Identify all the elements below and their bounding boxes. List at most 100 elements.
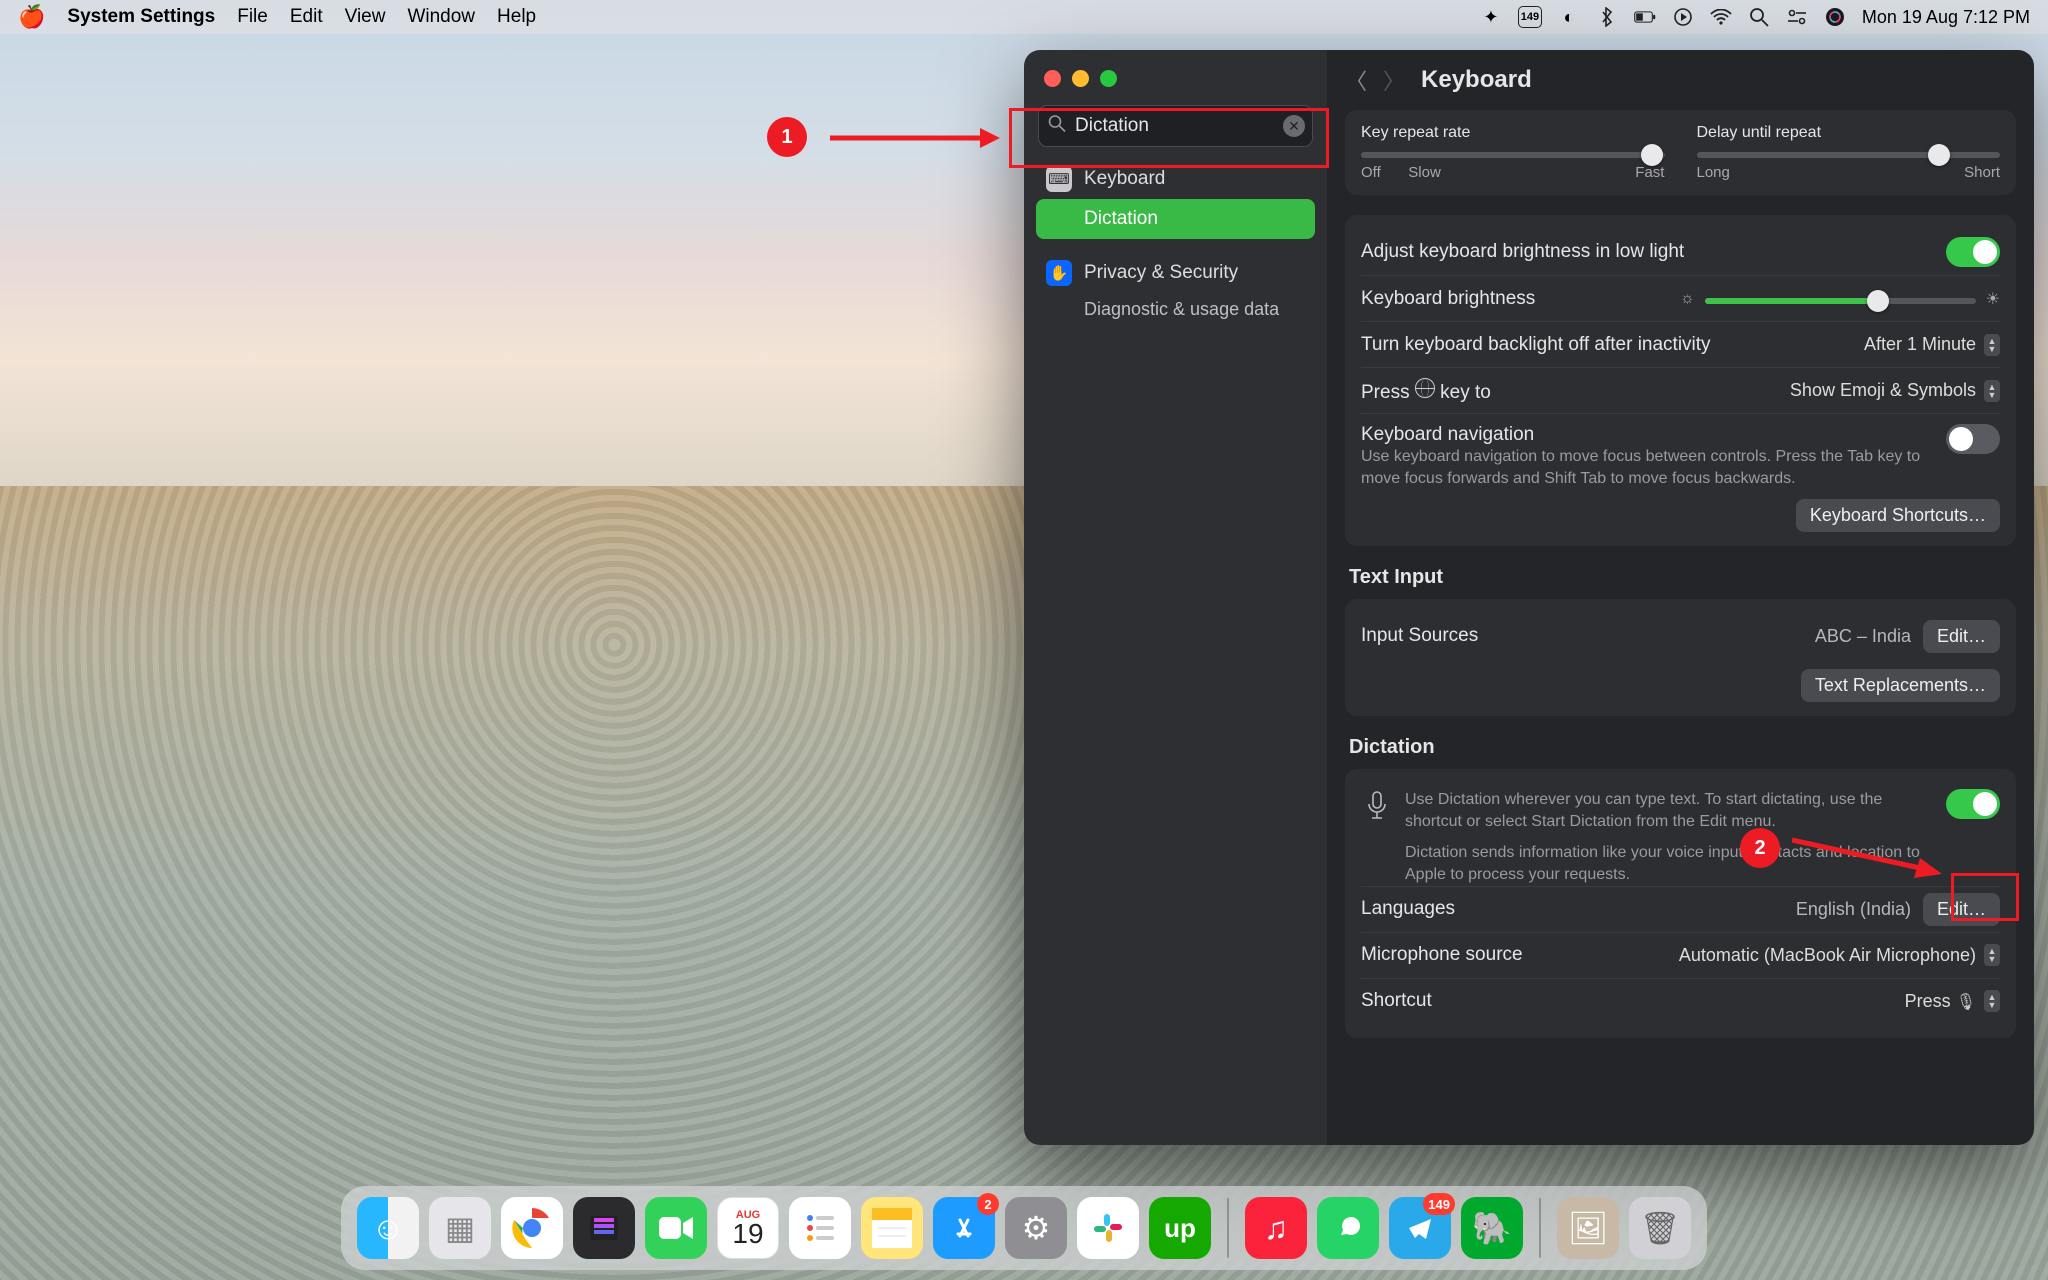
dock-recent-image-icon[interactable]: 🖼 <box>1557 1197 1619 1259</box>
app-name[interactable]: System Settings <box>67 6 215 28</box>
dock-trash-icon[interactable]: 🗑 <box>1629 1197 1691 1259</box>
menu-help[interactable]: Help <box>497 6 536 28</box>
content-titlebar: 〈 〉 Keyboard <box>1327 50 2034 110</box>
input-sources-label: Input Sources <box>1361 625 1478 647</box>
minimize-button[interactable] <box>1072 70 1089 87</box>
dock-calendar-icon[interactable]: AUG 19 <box>717 1197 779 1259</box>
clear-search-icon[interactable]: ✕ <box>1283 115 1305 137</box>
dock-evernote-icon[interactable]: 🐘 <box>1461 1197 1523 1259</box>
window-controls <box>1036 64 1315 105</box>
creative-cloud-icon[interactable]: ◐ <box>1558 6 1580 28</box>
dictation-shortcut-select[interactable]: Press 🎙 ▲▼ <box>1905 990 2000 1012</box>
settings-content: 〈 〉 Keyboard Key repeat rate Off Slow <box>1327 50 2034 1145</box>
dictation-desc1: Use Dictation wherever you can type text… <box>1405 789 1934 832</box>
fullscreen-button[interactable] <box>1100 70 1117 87</box>
menu-view[interactable]: View <box>345 6 386 28</box>
text-input-heading: Text Input <box>1349 566 2012 589</box>
dock-chrome-icon[interactable] <box>501 1197 563 1259</box>
hand-icon: ✋ <box>1046 260 1072 286</box>
keyboard-icon: ⌨︎ <box>1046 166 1072 192</box>
wifi-icon[interactable] <box>1710 6 1732 28</box>
sidebar-item-dictation[interactable]: Dictation <box>1036 199 1315 239</box>
backlight-off-select[interactable]: After 1 Minute ▲▼ <box>1864 334 2000 356</box>
keyboard-options-panel: Adjust keyboard brightness in low light … <box>1345 215 2016 546</box>
adjust-brightness-label: Adjust keyboard brightness in low light <box>1361 241 1684 263</box>
close-button[interactable] <box>1044 70 1061 87</box>
nav-forward-icon: 〉 <box>1383 64 1405 96</box>
dictation-shortcut-label: Shortcut <box>1361 990 1432 1012</box>
delay-repeat-slider[interactable] <box>1697 152 2001 158</box>
sidebar-item-label: Keyboard <box>1084 168 1165 190</box>
dictation-panel: Use Dictation wherever you can type text… <box>1345 769 2016 1037</box>
annotation-callout-1: 1 <box>767 117 807 157</box>
slider-tick-long: Long <box>1697 164 1730 181</box>
spotlight-icon[interactable] <box>1748 6 1770 28</box>
slider-tick-fast: Fast <box>1635 164 1664 181</box>
dock-slack-icon[interactable] <box>1077 1197 1139 1259</box>
control-center-icon[interactable] <box>1786 6 1808 28</box>
siri-icon[interactable] <box>1824 6 1846 28</box>
annotation-callout-2: 2 <box>1740 828 1780 868</box>
dock-music-icon[interactable]: ♫ <box>1245 1197 1307 1259</box>
microphone-icon <box>1361 789 1393 821</box>
menu-file[interactable]: File <box>237 6 268 28</box>
brightness-high-icon: ☀ <box>1986 289 2000 309</box>
menu-window[interactable]: Window <box>407 6 475 28</box>
evernote-menubar-icon[interactable]: ✦ <box>1480 6 1502 28</box>
sidebar-item-label: Privacy & Security <box>1084 262 1238 284</box>
sidebar-item-keyboard[interactable]: ⌨︎ Keyboard <box>1036 159 1315 199</box>
keyboard-nav-label: Keyboard navigation <box>1361 424 1934 446</box>
key-repeat-panel: Key repeat rate Off Slow Fast Delay unti… <box>1345 110 2016 195</box>
text-input-panel: Input Sources ABC – India Edit… Text Rep… <box>1345 599 2016 716</box>
sidebar-item-privacy[interactable]: ✋ Privacy & Security <box>1036 253 1315 293</box>
dock-appstore-icon[interactable]: 2 <box>933 1197 995 1259</box>
dictation-languages-label: Languages <box>1361 898 1455 920</box>
dock-settings-icon[interactable]: ⚙ <box>1005 1197 1067 1259</box>
search-icon <box>1048 115 1066 138</box>
press-globe-select[interactable]: Show Emoji & Symbols ▲▼ <box>1790 380 2000 402</box>
sidebar-item-label: Dictation <box>1084 208 1158 230</box>
dock-finalcut-icon[interactable] <box>573 1197 635 1259</box>
calendar-day: 19 <box>732 1221 763 1247</box>
menubar-badge-count[interactable]: 149 <box>1518 6 1542 28</box>
delay-repeat-label: Delay until repeat <box>1697 124 2001 142</box>
dock-whatsapp-icon[interactable] <box>1317 1197 1379 1259</box>
text-replacements-button[interactable]: Text Replacements… <box>1801 669 2000 702</box>
telegram-badge: 149 <box>1423 1193 1455 1215</box>
keyboard-shortcuts-button[interactable]: Keyboard Shortcuts… <box>1796 499 2000 532</box>
dock-launchpad-icon[interactable]: ▦ <box>429 1197 491 1259</box>
system-settings-window: ✕ ⌨︎ Keyboard Dictation ✋ Privacy & Secu… <box>1024 50 2034 1145</box>
keyboard-nav-toggle[interactable] <box>1946 424 2000 454</box>
slider-tick-short: Short <box>1964 164 2000 181</box>
bluetooth-icon[interactable] <box>1596 6 1618 28</box>
annotation-arrow-1 <box>830 126 1000 150</box>
dictation-toggle[interactable] <box>1946 789 2000 819</box>
dictation-languages-edit-button[interactable]: Edit… <box>1923 893 2000 926</box>
dock-telegram-icon[interactable]: 149 <box>1389 1197 1451 1259</box>
input-sources-edit-button[interactable]: Edit… <box>1923 620 2000 653</box>
battery-icon[interactable] <box>1634 6 1656 28</box>
menubar-datetime[interactable]: Mon 19 Aug 7:12 PM <box>1862 7 2030 28</box>
dock-upwork-icon[interactable]: up <box>1149 1197 1211 1259</box>
menubar: 🍎 System Settings File Edit View Window … <box>0 0 2048 34</box>
dock-separator <box>1227 1198 1229 1258</box>
dock-notes-icon[interactable] <box>861 1197 923 1259</box>
search-input[interactable] <box>1038 105 1313 147</box>
dock-finder-icon[interactable]: ☺ <box>357 1197 419 1259</box>
keyboard-nav-desc: Use keyboard navigation to move focus be… <box>1361 446 1934 489</box>
nav-back-icon[interactable]: 〈 <box>1345 64 1367 96</box>
screen-record-icon[interactable] <box>1672 6 1694 28</box>
keyboard-brightness-slider[interactable] <box>1705 298 1976 304</box>
mic-source-select[interactable]: Automatic (MacBook Air Microphone) ▲▼ <box>1679 944 2000 966</box>
key-repeat-slider[interactable] <box>1361 152 1665 158</box>
key-repeat-label: Key repeat rate <box>1361 124 1665 142</box>
apple-menu-icon[interactable]: 🍎 <box>18 4 45 30</box>
adjust-brightness-toggle[interactable] <box>1946 237 2000 267</box>
menu-edit[interactable]: Edit <box>290 6 323 28</box>
settings-sidebar: ✕ ⌨︎ Keyboard Dictation ✋ Privacy & Secu… <box>1024 50 1327 1145</box>
chevron-updown-icon: ▲▼ <box>1984 380 2000 402</box>
sidebar-subitem-diagnostic[interactable]: Diagnostic & usage data <box>1036 293 1315 320</box>
dock-reminders-icon[interactable] <box>789 1197 851 1259</box>
slider-tick-off: Off <box>1361 164 1381 181</box>
dock-facetime-icon[interactable] <box>645 1197 707 1259</box>
